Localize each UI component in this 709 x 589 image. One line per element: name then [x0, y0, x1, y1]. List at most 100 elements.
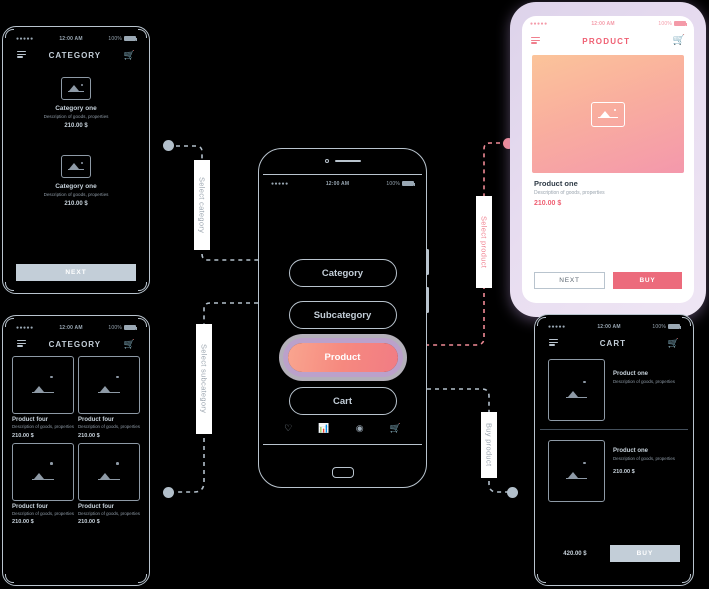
battery-icon	[667, 324, 681, 329]
screen-category-list: ●●●●● 12:00 AM 100% CATEGORY 🛒 Category …	[8, 32, 144, 288]
item-desc: Description of goods, properties	[43, 192, 109, 197]
battery-icon	[673, 21, 687, 26]
nav-button-subcategory[interactable]: Subcategory	[288, 301, 397, 329]
item-price: 210.00 $	[613, 468, 635, 475]
carrier-dots: ●●●●●	[16, 35, 34, 42]
status-time: 12:00 AM	[591, 20, 615, 27]
status-time: 12:00 AM	[59, 35, 83, 42]
image-placeholder-icon	[12, 442, 74, 501]
nav-label: Subcategory	[313, 309, 372, 321]
grid-card[interactable]: Product four Description of goods, prope…	[78, 356, 140, 439]
heart-icon[interactable]: ♡	[284, 423, 292, 434]
buy-button[interactable]: BUY	[609, 545, 680, 562]
cart-row-info: Product one Description of goods, proper…	[613, 440, 675, 502]
buy-button-label: BUY	[636, 550, 654, 557]
cart-icon[interactable]: 🛒	[124, 339, 135, 349]
connector-label-text: Select subcategory	[199, 344, 209, 414]
phone-category-list: ●●●●● 12:00 AM 100% CATEGORY 🛒 Category …	[2, 26, 150, 294]
nav-button-category[interactable]: Category	[288, 259, 397, 287]
cart-icon[interactable]: 🛒	[668, 338, 679, 348]
nav-button-cart[interactable]: Cart	[288, 387, 397, 415]
flow-diagram-canvas: Select category Select subcategory Selec…	[0, 0, 709, 589]
cart-icon[interactable]: 🛒	[124, 50, 135, 60]
chart-icon[interactable]: 📊	[318, 423, 329, 434]
hamburger-icon[interactable]	[549, 338, 558, 347]
app-bar: CART 🛒	[540, 333, 688, 353]
bottom-nav-bar: ♡ 📊 ◉ 🛒	[271, 423, 414, 434]
cart-icon[interactable]: 🛒	[390, 423, 401, 434]
nav-label: Category	[321, 267, 364, 279]
nav-button-product[interactable]: Product	[287, 343, 398, 372]
connector-label-text: Select product	[479, 215, 489, 269]
page-title: CART	[599, 338, 626, 348]
status-bar: ●●●●● 12:00 AM 100%	[8, 321, 144, 334]
next-button[interactable]: NEXT	[16, 264, 136, 281]
image-placeholder-icon	[78, 442, 140, 501]
connector-label-select-product: Select product	[476, 196, 492, 288]
battery-icon	[123, 36, 137, 41]
item-name: Product four	[78, 417, 114, 423]
cart-row[interactable]: Product one Description of goods, proper…	[540, 430, 688, 502]
carrier-dots: ●●●●●	[548, 323, 566, 330]
list-item[interactable]: Category one Description of goods, prope…	[8, 155, 144, 207]
grid-card[interactable]: Product four Description of goods, prope…	[12, 356, 74, 439]
item-desc: Description of goods, properties	[78, 510, 140, 516]
buy-button-label: BUY	[639, 277, 656, 284]
cart-icon[interactable]: 🛒	[673, 36, 685, 46]
cart-total: 420.00 $	[563, 550, 587, 557]
item-price: 210.00 $	[12, 432, 34, 439]
hamburger-icon[interactable]	[531, 36, 540, 45]
image-placeholder-icon	[591, 101, 625, 127]
status-time: 12:00 AM	[59, 324, 83, 331]
home-button[interactable]	[331, 467, 354, 478]
buy-button[interactable]: BUY	[613, 272, 682, 289]
settings-icon[interactable]: ◉	[356, 423, 364, 434]
item-price: 210.00 $	[12, 519, 34, 526]
item-price: 210.00 $	[64, 123, 88, 129]
connector-node-select-category	[163, 140, 174, 151]
list-item[interactable]: Category one Description of goods, prope…	[8, 77, 144, 129]
item-price: 210.00 $	[64, 201, 88, 207]
connector-node-buy-product	[507, 487, 518, 498]
grid-card[interactable]: Product four Description of goods, prope…	[78, 442, 140, 526]
app-bar: PRODUCT 🛒	[522, 31, 694, 51]
status-time: 12:00 AM	[325, 180, 350, 187]
connector-label-select-category: Select category	[194, 160, 210, 250]
cart-footer: 420.00 $ BUY	[548, 545, 680, 562]
item-name: Product one	[613, 448, 649, 454]
page-title: CATEGORY	[48, 339, 102, 349]
status-right: 100%	[652, 324, 681, 330]
item-name: Category one	[55, 105, 97, 112]
product-desc: Description of goods, properties	[534, 190, 605, 196]
item-price: 210.00 $	[78, 519, 100, 526]
item-name: Product one	[613, 371, 649, 377]
carrier-dots: ●●●●●	[530, 20, 548, 27]
volume-button[interactable]	[426, 249, 429, 275]
item-desc: Description of goods, properties	[613, 456, 675, 461]
front-camera-icon	[324, 159, 329, 163]
carrier-dots: ●●●●●	[16, 324, 34, 331]
power-button[interactable]	[426, 287, 429, 313]
screen-product: ●●●●● 12:00 AM 100% PRODUCT 🛒 Product on…	[522, 16, 694, 303]
connector-node-select-subcategory	[163, 487, 174, 498]
image-placeholder-icon	[78, 356, 140, 414]
image-placeholder-icon	[61, 155, 91, 178]
screen-navigation: ●●●●● 12:00 AM 100% Category Subcategory…	[263, 174, 422, 445]
status-right: 100%	[658, 21, 687, 27]
image-placeholder-icon	[61, 77, 91, 100]
battery-percent: 100%	[108, 35, 122, 42]
item-desc: Description of goods, properties	[43, 114, 109, 119]
item-name: Category one	[55, 183, 97, 190]
product-grid: Product four Description of goods, prope…	[8, 354, 144, 527]
status-bar: ●●●●● 12:00 AM 100%	[540, 320, 688, 333]
screen-category-grid: ●●●●● 12:00 AM 100% CATEGORY 🛒 Product f…	[8, 321, 144, 580]
phone-cart: ●●●●● 12:00 AM 100% CART 🛒 Product one D…	[534, 314, 694, 586]
connector-label-buy-product: Buy product	[481, 412, 497, 478]
status-right: 100%	[386, 181, 415, 187]
cart-row[interactable]: Product one Description of goods, proper…	[540, 353, 688, 430]
next-button[interactable]: NEXT	[534, 272, 605, 289]
hamburger-icon[interactable]	[17, 339, 26, 348]
hamburger-icon[interactable]	[17, 50, 26, 59]
grid-card[interactable]: Product four Description of goods, prope…	[12, 442, 74, 526]
battery-percent: 100%	[108, 324, 122, 331]
